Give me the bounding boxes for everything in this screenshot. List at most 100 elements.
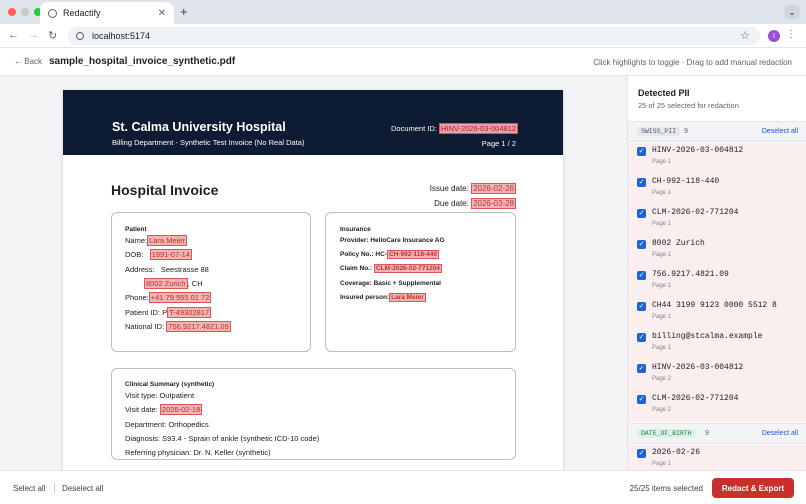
browser-tab[interactable]: Redactify ✕	[40, 2, 174, 24]
diagnosis: Diagnosis: S93.4 - Sprain of ankle (synt…	[125, 434, 320, 443]
checkbox-checked-icon[interactable]: ✓	[637, 240, 646, 249]
pii-type-tag: SWISS_PII	[637, 127, 681, 136]
pii-highlight[interactable]: 2026-02-26	[471, 183, 516, 194]
checkbox-checked-icon[interactable]: ✓	[637, 395, 646, 404]
patient-city: 8002 Zurich, CH	[144, 278, 203, 289]
pii-highlight[interactable]: T-49302817	[167, 307, 212, 318]
document-id-label: Document ID:	[391, 124, 437, 133]
pii-item[interactable]: ✓ 2026-02-26 Page 1	[628, 445, 806, 470]
insurance-heading: Insurance	[340, 226, 371, 233]
pii-item[interactable]: ✓ CH44 3199 9123 0000 5512 8 Page 1	[628, 298, 806, 329]
patient-id: Patient ID: P T-49302817	[125, 307, 212, 318]
country: , CH	[187, 279, 203, 288]
pii-highlight[interactable]: Lara Meier	[389, 293, 426, 302]
patient-id-label: Patient ID: P	[125, 308, 168, 317]
close-window-button[interactable]	[8, 8, 16, 16]
pii-item[interactable]: ✓ CLM-2026-02-771204 Page 1	[628, 205, 806, 236]
phone-label: Phone:	[125, 293, 149, 302]
close-tab-icon[interactable]: ✕	[158, 8, 166, 19]
pii-highlight[interactable]: +41 79 555 01 72	[148, 292, 212, 303]
browser-tab-strip: Redactify ✕ + ⌄	[0, 0, 806, 24]
pii-value: billing@stcalma.example	[652, 332, 763, 341]
pii-type-tag: DATE_OF_BIRTH	[637, 429, 696, 438]
pii-sidebar: Detected PII 25 of 25 selected for redac…	[627, 76, 806, 470]
checkbox-checked-icon[interactable]: ✓	[637, 364, 646, 373]
checkbox-checked-icon[interactable]: ✓	[637, 147, 646, 156]
pii-value: CLM-2026-02-771204	[652, 208, 739, 217]
browser-menu-icon[interactable]: ⋮	[786, 29, 796, 40]
checkbox-checked-icon[interactable]: ✓	[637, 333, 646, 342]
site-info-icon[interactable]	[76, 32, 84, 40]
pii-item[interactable]: ✓ 8002 Zurich Page 1	[628, 236, 806, 267]
group-header: DATE_OF_BIRTH 9 Deselect all	[628, 423, 806, 444]
policy-number: Policy No.: HC- CH-992-118-440	[340, 250, 440, 259]
group-deselect-all-link[interactable]: Deselect all	[762, 128, 798, 135]
pdf-page[interactable]: St. Calma University Hospital Billing De…	[63, 90, 563, 470]
pii-value: CH44 3199 9123 0000 5512 8	[652, 301, 777, 310]
pii-page: Page 1	[652, 221, 672, 227]
globe-icon	[48, 8, 57, 18]
national-id-label: National ID:	[125, 322, 165, 331]
pii-highlight[interactable]: 2026-02-18	[159, 404, 203, 415]
document-viewer[interactable]: St. Calma University Hospital Billing De…	[0, 76, 627, 470]
group-deselect-all-link[interactable]: Deselect all	[762, 430, 798, 437]
address-bar[interactable]: localhost:5174	[68, 27, 760, 45]
visit-date: Visit date: 2026-02-18	[125, 404, 203, 415]
selection-summary: 25 of 25 selected for redaction	[638, 101, 739, 110]
pii-highlight[interactable]: 8002 Zurich	[144, 278, 188, 289]
pii-value: 8002 Zurich	[652, 239, 705, 248]
url-text: localhost:5174	[92, 31, 151, 41]
name-label: Name:	[125, 236, 148, 245]
selected-count: 25/25 items selected	[629, 484, 703, 493]
checkbox-checked-icon[interactable]: ✓	[637, 178, 646, 187]
checkbox-checked-icon[interactable]: ✓	[637, 302, 646, 311]
pii-page: Page 1	[652, 159, 672, 165]
pii-highlight[interactable]: HINV-2026-03-004812	[438, 123, 519, 134]
pii-value: CLM-2026-02-771204	[652, 394, 739, 403]
pii-highlight[interactable]: 2026-03-28	[471, 198, 516, 209]
pii-item[interactable]: ✓ HINV-2026-03-004812 Page 1	[628, 143, 806, 174]
new-tab-icon[interactable]: +	[180, 4, 188, 19]
pii-item[interactable]: ✓ HINV-2026-03-004812 Page 2	[628, 360, 806, 391]
forward-arrow-icon[interactable]: →	[28, 29, 39, 41]
pii-item[interactable]: ✓ CLM-2026-02-771204 Page 2	[628, 391, 806, 422]
pii-page: Page 1	[652, 461, 672, 467]
pii-value: 756.9217.4821.09	[652, 270, 729, 279]
issue-date-label: Issue date:	[429, 184, 469, 193]
patient-box: Patient Name: Lara Meier DOB: 1991-07-14 …	[111, 212, 311, 352]
checkbox-checked-icon[interactable]: ✓	[637, 209, 646, 218]
pii-value: CH-992-118-440	[652, 177, 720, 186]
pii-item[interactable]: ✓ billing@stcalma.example Page 1	[628, 329, 806, 360]
pii-page: Page 2	[652, 376, 672, 382]
pii-highlight[interactable]: 1991-07-14	[149, 249, 192, 260]
pii-highlight[interactable]: CH-992-118-440	[386, 250, 440, 259]
pii-item[interactable]: ✓ CH-992-118-440 Page 1	[628, 174, 806, 205]
address-label: Address:	[125, 265, 155, 274]
group-header: SWISS_PII 9 Deselect all	[628, 121, 806, 142]
hospital-name: St. Calma University Hospital	[112, 120, 286, 134]
redact-export-button[interactable]: Redact & Export	[712, 478, 794, 498]
dob-label: DOB:	[125, 250, 144, 259]
issue-date: Issue date: 2026-02-26	[429, 183, 516, 194]
pii-highlight[interactable]: 756.9217.4821.09	[166, 321, 231, 332]
pii-highlight[interactable]: Lara Meier	[147, 235, 187, 246]
instructions-hint: Click highlights to toggle · Drag to add…	[593, 58, 792, 67]
checkbox-checked-icon[interactable]: ✓	[637, 449, 646, 458]
referring-physician: Referring physician: Dr. N. Keller (synt…	[125, 448, 271, 457]
banner-subtitle: Billing Department - Synthetic Test Invo…	[112, 138, 305, 147]
pii-item[interactable]: ✓ 756.9217.4821.09 Page 1	[628, 267, 806, 298]
tab-search-chevron-icon[interactable]: ⌄	[784, 4, 800, 20]
pii-highlight[interactable]: CLM-2026-02-771204	[373, 264, 442, 273]
minimize-window-button[interactable]	[21, 8, 29, 16]
checkbox-checked-icon[interactable]: ✓	[637, 271, 646, 280]
profile-avatar[interactable]: I	[768, 30, 780, 42]
pii-value: HINV-2026-03-004812	[652, 363, 744, 372]
back-arrow-icon[interactable]: ←	[8, 29, 19, 41]
reload-icon[interactable]: ↻	[48, 29, 57, 42]
pii-value: 2026-02-26	[652, 448, 701, 457]
select-all-button[interactable]: Select all	[13, 484, 45, 493]
back-button[interactable]: ← Back	[14, 57, 42, 66]
insured-label: Insured person:	[340, 294, 390, 301]
bookmark-star-icon[interactable]: ☆	[740, 29, 750, 42]
deselect-all-button[interactable]: Deselect all	[62, 484, 103, 493]
